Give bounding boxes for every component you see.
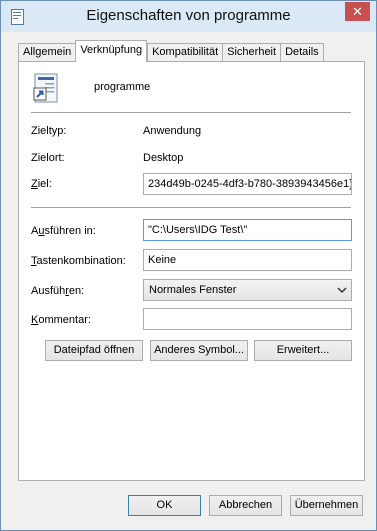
start-in-input[interactable]: "C:\Users\IDG Test\" xyxy=(143,219,352,241)
target-type-label: Zieltyp: xyxy=(31,125,67,137)
open-file-location-button[interactable]: Dateipfad öffnen xyxy=(45,340,143,361)
divider xyxy=(31,112,351,113)
target-input[interactable]: 234d49b-0245-4df3-b780-3893943456e1}" xyxy=(143,173,352,195)
tab-details[interactable]: Details xyxy=(280,43,324,62)
shortcut-panel: programme Zieltyp: Anwendung Zielort: De… xyxy=(18,61,365,481)
run-label: Ausführen: xyxy=(31,285,84,297)
run-mode-value: Normales Fenster xyxy=(149,284,237,296)
target-location-label: Zielort: xyxy=(31,152,65,164)
run-label-prefix: Ausfüh xyxy=(31,285,66,297)
chevron-down-icon xyxy=(337,287,347,294)
change-icon-button[interactable]: Anderes Symbol... xyxy=(150,340,248,361)
apply-button[interactable]: Übernehmen xyxy=(290,495,363,516)
tab-allgemein[interactable]: Allgemein xyxy=(18,43,76,62)
hotkey-input[interactable]: Keine xyxy=(143,249,352,271)
comment-input[interactable] xyxy=(143,308,352,330)
tab-sicherheit[interactable]: Sicherheit xyxy=(222,43,281,62)
target-type-value: Anwendung xyxy=(143,125,202,137)
tab-verknuepfung[interactable]: Verknüpfung xyxy=(75,40,148,62)
advanced-button[interactable]: Erweitert... xyxy=(254,340,352,361)
divider xyxy=(31,207,351,208)
hotkey-label: Tastenkombination: xyxy=(31,255,126,267)
run-label-rest: en: xyxy=(68,285,85,297)
ok-button[interactable]: OK xyxy=(128,495,201,516)
start-in-label: Ausführen in: xyxy=(31,225,96,237)
run-mode-select[interactable]: Normales Fenster xyxy=(143,279,352,301)
title-bar[interactable]: Eigenschaften von programme ✕ xyxy=(1,1,376,32)
target-label: Ziel: xyxy=(31,178,52,190)
target-label-access-key: Z xyxy=(31,178,38,190)
tab-strip: Allgemein Verknüpfung Kompatibilität Sic… xyxy=(18,40,324,62)
shortcut-file-icon xyxy=(33,73,58,103)
comment-label: Kommentar: xyxy=(31,314,91,326)
window-title: Eigenschaften von programme xyxy=(86,7,291,24)
hotkey-label-rest: astenkombination: xyxy=(36,255,126,267)
properties-window: Eigenschaften von programme ✕ Allgemein … xyxy=(0,0,377,531)
comment-label-rest: ommentar: xyxy=(38,314,91,326)
target-location-value: Desktop xyxy=(143,152,184,164)
cancel-button[interactable]: Abbrechen xyxy=(209,495,282,516)
shortcut-name: programme xyxy=(94,81,151,93)
tab-kompatibilitaet[interactable]: Kompatibilität xyxy=(147,43,223,62)
start-in-label-rest: sführen in: xyxy=(44,225,96,237)
target-label-rest: iel: xyxy=(37,178,52,190)
dialog-body: Allgemein Verknüpfung Kompatibilität Sic… xyxy=(8,32,370,525)
close-button[interactable]: ✕ xyxy=(345,2,370,21)
